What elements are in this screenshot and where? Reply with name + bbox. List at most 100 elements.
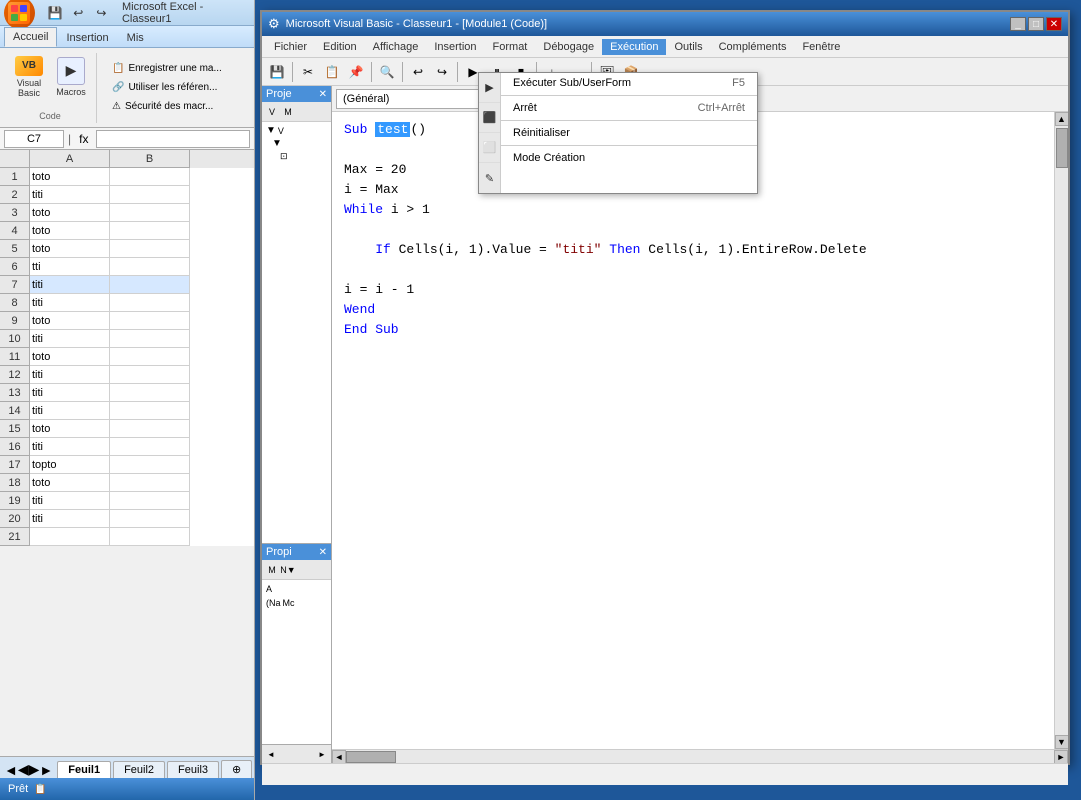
code-vscroll[interactable]: ▲ ▼ xyxy=(1054,112,1068,749)
cell[interactable] xyxy=(110,474,190,492)
menu-complements[interactable]: Compléments xyxy=(711,39,795,55)
cell[interactable]: toto xyxy=(30,474,110,492)
cell[interactable] xyxy=(110,438,190,456)
tb-paste-btn[interactable]: 📌 xyxy=(345,61,367,83)
menu-format[interactable]: Format xyxy=(485,39,536,55)
cell[interactable]: topto xyxy=(30,456,110,474)
tb-find-btn[interactable]: 🔍 xyxy=(376,61,398,83)
cell[interactable]: titi xyxy=(30,402,110,420)
vbe-minimize-btn[interactable]: _ xyxy=(1010,17,1026,31)
cell[interactable] xyxy=(110,456,190,474)
cell[interactable] xyxy=(110,240,190,258)
cell[interactable] xyxy=(110,366,190,384)
cell[interactable] xyxy=(110,204,190,222)
project-tb-btn2[interactable]: M xyxy=(280,104,296,120)
cell[interactable] xyxy=(110,492,190,510)
cell[interactable]: titi xyxy=(30,438,110,456)
cell[interactable] xyxy=(110,312,190,330)
menu-insertion[interactable]: Insertion xyxy=(426,39,484,55)
menu-fichier[interactable]: Fichier xyxy=(266,39,315,55)
sheet-nav-left[interactable]: ◄ xyxy=(4,762,18,778)
sheet-nav-right[interactable]: ► xyxy=(39,762,53,778)
sheet-tab-feuil3[interactable]: Feuil3 xyxy=(167,761,219,778)
dropdown-item-mode[interactable]: Mode Création xyxy=(501,148,757,168)
row-header[interactable]: 20 xyxy=(0,510,30,528)
vbe-maximize-btn[interactable]: □ xyxy=(1028,17,1044,31)
project-tree-module1[interactable]: ⊡ xyxy=(264,150,329,163)
row-header[interactable]: 18 xyxy=(0,474,30,492)
visual-basic-btn[interactable]: VB VisualBasic xyxy=(10,55,48,99)
row-header[interactable]: 6 xyxy=(0,258,30,276)
cell[interactable]: titi xyxy=(30,186,110,204)
row-header[interactable]: 8 xyxy=(0,294,30,312)
cell-reference-box[interactable] xyxy=(4,130,64,148)
menu-fenetre[interactable]: Fenêtre xyxy=(794,39,848,55)
office-button[interactable] xyxy=(4,0,35,29)
sheet-tab-feuil2[interactable]: Feuil2 xyxy=(113,761,165,778)
cell[interactable] xyxy=(110,222,190,240)
project-tb-btn1[interactable]: V xyxy=(264,104,280,120)
project-tree-modules[interactable]: ▼ xyxy=(264,137,329,150)
tb-cut-btn[interactable]: ✂ xyxy=(297,61,319,83)
vscroll-thumb[interactable] xyxy=(1056,128,1068,168)
macro-security-btn[interactable]: ⚠Sécurité des macr... xyxy=(107,98,250,115)
cell[interactable] xyxy=(110,528,190,546)
relative-ref-btn[interactable]: 🔗Utiliser les référen... xyxy=(107,79,250,96)
dropdown-item-reinit[interactable]: Réinitialiser xyxy=(501,123,757,143)
dropdown-item-arret[interactable]: Arrêt Ctrl+Arrêt xyxy=(501,98,757,118)
cell[interactable] xyxy=(110,330,190,348)
menu-debogage[interactable]: Débogage xyxy=(535,39,602,55)
tb-undo-btn[interactable]: ↩ xyxy=(407,61,429,83)
row-header[interactable]: 12 xyxy=(0,366,30,384)
properties-close-btn[interactable]: ✕ xyxy=(319,547,327,558)
tb-save-btn[interactable]: 💾 xyxy=(266,61,288,83)
vscroll-down[interactable]: ▼ xyxy=(1055,735,1069,749)
cell[interactable]: titi xyxy=(30,276,110,294)
undo-quick-btn[interactable]: ↩ xyxy=(68,3,89,23)
cell[interactable]: toto xyxy=(30,240,110,258)
cell[interactable] xyxy=(110,510,190,528)
cell[interactable] xyxy=(110,402,190,420)
macros-btn[interactable]: ▶ Macros xyxy=(52,55,90,99)
cell[interactable] xyxy=(110,384,190,402)
cell[interactable]: toto xyxy=(30,348,110,366)
cell[interactable]: titi xyxy=(30,384,110,402)
row-header[interactable]: 11 xyxy=(0,348,30,366)
row-header[interactable]: 16 xyxy=(0,438,30,456)
sheet-nav-next[interactable]: ▶ xyxy=(29,761,40,778)
cell[interactable]: titi xyxy=(30,366,110,384)
props-tab-n[interactable]: N▼ xyxy=(280,562,296,578)
redo-quick-btn[interactable]: ↪ xyxy=(91,3,112,23)
props-tab-m[interactable]: M xyxy=(264,562,280,578)
cell[interactable]: titi xyxy=(30,294,110,312)
panel-scroll-right[interactable]: ► xyxy=(315,747,329,761)
col-header-b[interactable]: B xyxy=(110,150,190,168)
formula-input[interactable] xyxy=(96,130,250,148)
record-macro-btn[interactable]: 📋Enregistrer une ma... xyxy=(107,60,250,77)
tb-copy-btn[interactable]: 📋 xyxy=(321,61,343,83)
sheet-add-tab[interactable]: ⊕ xyxy=(221,760,252,778)
cell[interactable]: toto xyxy=(30,420,110,438)
row-header[interactable]: 2 xyxy=(0,186,30,204)
cell[interactable]: toto xyxy=(30,312,110,330)
row-header[interactable]: 4 xyxy=(0,222,30,240)
col-header-a[interactable]: A xyxy=(30,150,110,168)
tab-mis[interactable]: Mis xyxy=(118,27,153,47)
hscroll-right[interactable]: ► xyxy=(1054,750,1068,764)
row-header[interactable]: 13 xyxy=(0,384,30,402)
row-header[interactable]: 15 xyxy=(0,420,30,438)
tab-insertion[interactable]: Insertion xyxy=(57,27,117,47)
hscroll-thumb[interactable] xyxy=(346,751,396,763)
menu-edition[interactable]: Edition xyxy=(315,39,365,55)
sheet-nav-prev[interactable]: ◀ xyxy=(18,761,29,778)
cell[interactable] xyxy=(110,420,190,438)
project-close-btn[interactable]: ✕ xyxy=(319,89,327,100)
row-header[interactable]: 3 xyxy=(0,204,30,222)
cell[interactable]: toto xyxy=(30,168,110,186)
cell[interactable] xyxy=(110,294,190,312)
menu-outils[interactable]: Outils xyxy=(666,39,710,55)
cell[interactable]: titi xyxy=(30,330,110,348)
code-area[interactable]: Sub test() Max = 20 i = Max While i > 1 … xyxy=(332,112,1054,749)
cell[interactable] xyxy=(110,348,190,366)
hscroll-left[interactable]: ◄ xyxy=(332,750,346,764)
